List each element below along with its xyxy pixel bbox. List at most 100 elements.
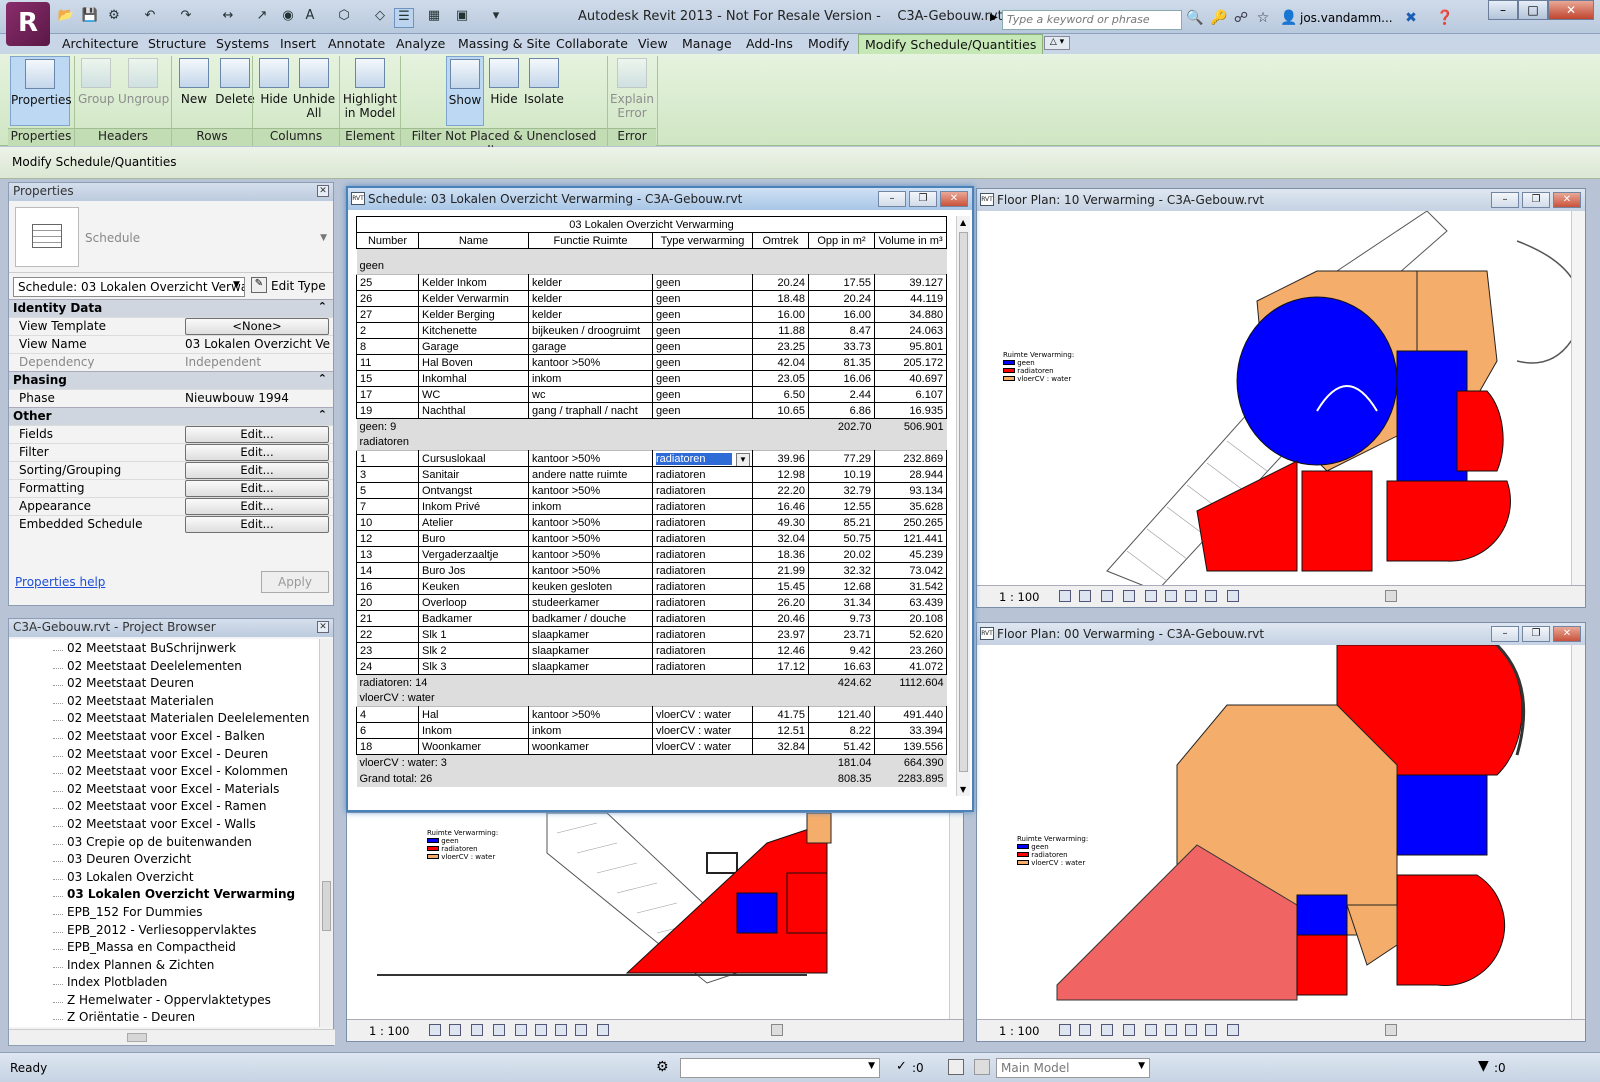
schedule-cell[interactable]: geen [652, 354, 753, 371]
workset-dropdown[interactable]: ▼ [680, 1058, 880, 1078]
schedule-cell[interactable]: Buro [418, 530, 529, 547]
subscription-key-icon[interactable]: 🔑 [1210, 10, 1228, 28]
schedule-cell[interactable]: 1 [356, 450, 419, 467]
browser-item[interactable]: 02 Meetstaat BuSchrijnwerk [9, 641, 321, 659]
tab-systems[interactable]: Systems [216, 34, 269, 54]
schedule-cell[interactable]: 2.44 [808, 386, 875, 403]
tag-icon[interactable]: ◉ [278, 8, 298, 28]
tab-modify-schedule-quantities[interactable]: Modify Schedule/Quantities [858, 34, 1044, 54]
temporary-hide-icon[interactable] [1185, 590, 1197, 602]
section-icon[interactable]: ◇ [370, 8, 390, 28]
design-options-icon[interactable] [948, 1059, 964, 1075]
schedule-cell[interactable]: Kelder Inkom [418, 274, 529, 291]
schedule-cell[interactable]: kelder [528, 290, 653, 307]
edit-type-button[interactable]: Edit Type [271, 279, 326, 293]
schedule-cell[interactable]: 10.19 [808, 466, 875, 483]
schedule-cell[interactable]: kantoor >50% [528, 354, 653, 371]
schedule-cell[interactable]: 16 [356, 578, 419, 595]
reveal-hidden-icon[interactable] [1205, 590, 1217, 602]
tab-insert[interactable]: Insert [280, 34, 316, 54]
scroll-down-icon[interactable]: ▼ [960, 785, 966, 794]
schedule-cell[interactable]: 23.260 [873, 642, 948, 659]
schedule-cell[interactable]: kelder [528, 274, 653, 291]
schedule-cell[interactable]: 52.620 [873, 626, 948, 643]
shadows-icon[interactable] [1123, 590, 1135, 602]
close-button[interactable]: ✕ [940, 191, 968, 207]
schedule-cell[interactable]: 23.71 [808, 626, 875, 643]
schedule-cell[interactable]: geen [652, 386, 753, 403]
schedule-cell[interactable]: 12.46 [752, 642, 809, 659]
close-hidden-icon[interactable]: ▦ [424, 8, 444, 28]
schedule-cell[interactable]: geen [652, 322, 753, 339]
temporary-hide-icon[interactable] [555, 1024, 567, 1036]
crop-view-icon[interactable] [1145, 1024, 1157, 1036]
schedule-cell[interactable]: 31.542 [873, 578, 948, 595]
schedule-cell[interactable]: 51.42 [808, 738, 875, 755]
schedule-cell[interactable]: Badkamer [418, 610, 529, 627]
schedule-cell[interactable]: radiatoren [652, 642, 753, 659]
edit-fields-button[interactable]: Edit... [185, 426, 329, 443]
schedule-cell[interactable]: Inkomhal [418, 370, 529, 387]
instance-selector[interactable]: Schedule: 03 Lokalen Overzicht Verwarm [13, 277, 245, 297]
schedule-cell[interactable]: geen [652, 402, 753, 419]
tab-structure[interactable]: Structure [148, 34, 206, 54]
schedule-cell[interactable]: 9.42 [808, 642, 875, 659]
schedule-cell[interactable]: vloerCV : water [652, 722, 753, 739]
schedule-cell[interactable]: 34.880 [873, 306, 948, 323]
tab-architecture[interactable]: Architecture [62, 34, 139, 54]
column-header[interactable]: Volume in m³ [873, 232, 948, 249]
browser-item[interactable]: 02 Meetstaat voor Excel - Deuren [9, 747, 321, 765]
minimize-button[interactable]: – [1491, 626, 1519, 642]
hide-filter-button[interactable]: Hide [486, 56, 522, 126]
tab-collaborate[interactable]: Collaborate [556, 34, 628, 54]
schedule-cell[interactable]: 28.944 [873, 466, 948, 483]
user-icon[interactable]: 👤 [1280, 10, 1298, 28]
show-crop-icon[interactable] [535, 1024, 547, 1036]
sun-path-icon[interactable] [471, 1024, 483, 1036]
detail-level-icon[interactable] [429, 1024, 441, 1036]
ribbon-minimize-icon[interactable]: △ ▾ [1044, 36, 1070, 50]
restore-button[interactable]: ❐ [909, 191, 937, 207]
visual-style-icon[interactable] [1079, 1024, 1091, 1036]
schedule-cell[interactable]: 40.697 [873, 370, 948, 387]
schedule-cell[interactable]: radiatoren [652, 578, 753, 595]
text-icon[interactable]: A [300, 8, 320, 28]
ungroup-button[interactable]: Ungroup [118, 56, 169, 126]
close-button[interactable]: ✕ [1553, 626, 1581, 642]
schedule-cell[interactable]: 18.36 [752, 546, 809, 563]
scroll-up-icon[interactable]: ▲ [960, 218, 966, 227]
schedule-cell[interactable]: 121.441 [873, 530, 948, 547]
column-header[interactable]: Type verwarming [652, 232, 753, 249]
schedule-cell[interactable]: 15.45 [752, 578, 809, 595]
floor-plan-10-view[interactable]: RVT Floor Plan: 10 Verwarming - C3A-Gebou… [976, 188, 1586, 608]
schedule-cell[interactable]: woonkamer [528, 738, 653, 755]
schedule-cell[interactable]: keuken gesloten [528, 578, 653, 595]
schedule-cell[interactable]: 23 [356, 642, 419, 659]
schedule-cell[interactable]: 25 [356, 274, 419, 291]
schedule-cell[interactable]: Atelier [418, 514, 529, 531]
schedule-cell[interactable]: Garage [418, 338, 529, 355]
minimize-button[interactable]: – [1491, 192, 1519, 208]
properties-button[interactable]: Properties [10, 56, 72, 126]
schedule-cell[interactable]: bijkeuken / droogruimt [528, 322, 653, 339]
schedule-cell[interactable]: inkom [528, 370, 653, 387]
schedule-cell[interactable]: geen [652, 290, 753, 307]
restore-button[interactable]: ❐ [1522, 626, 1550, 642]
schedule-cell[interactable]: 18 [356, 738, 419, 755]
filter-icon[interactable]: ▼ [1478, 1058, 1489, 1074]
schedule-cell[interactable]: 20.24 [808, 290, 875, 307]
schedule-cell[interactable]: geen [652, 306, 753, 323]
floor-plan-10-drawing[interactable] [977, 211, 1571, 587]
schedule-cell[interactable]: geen [652, 274, 753, 291]
schedule-cell[interactable]: 13 [356, 546, 419, 563]
horizontal-scroll-thumb[interactable] [1385, 590, 1397, 602]
schedule-cell[interactable]: geen [652, 370, 753, 387]
browser-item[interactable]: 03 Crepie op de buitenwanden [9, 835, 321, 853]
show-crop-icon[interactable] [1165, 590, 1177, 602]
close-icon[interactable]: ✕ [317, 621, 329, 633]
edit-filter-button[interactable]: Edit... [185, 444, 329, 461]
schedule-cell[interactable]: 17.12 [752, 658, 809, 675]
schedule-cell[interactable]: 27 [356, 306, 419, 323]
save-icon[interactable]: 💾 [80, 8, 100, 28]
tab-manage[interactable]: Manage [682, 34, 732, 54]
